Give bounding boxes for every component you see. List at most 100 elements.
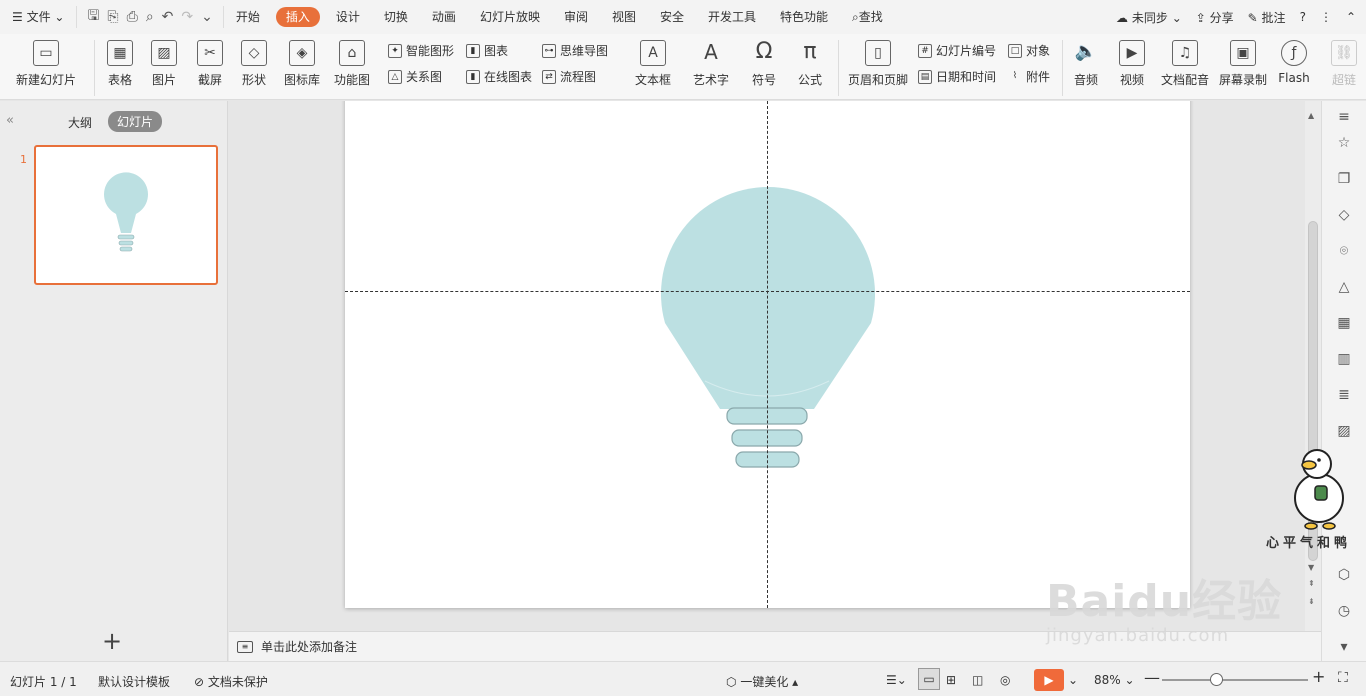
- next-slide-icon[interactable]: ⇟: [1308, 597, 1315, 606]
- settings-sliders-icon[interactable]: ≣: [1334, 385, 1354, 405]
- grid-icon[interactable]: ▦: [1334, 313, 1354, 333]
- zoom-in-button[interactable]: +: [1312, 667, 1325, 686]
- normal-view-icon[interactable]: ▭: [918, 668, 940, 690]
- tab-home[interactable]: 开始: [224, 0, 272, 34]
- zoom-out-button[interactable]: —: [1144, 668, 1160, 687]
- customize-qat-icon[interactable]: ⌄: [201, 9, 213, 25]
- picture-button[interactable]: ▨ 图片: [146, 40, 182, 88]
- function-chart-button[interactable]: ⌂ 功能图: [330, 40, 374, 88]
- play-options-icon[interactable]: ⌄: [1068, 673, 1078, 687]
- audio-button[interactable]: 🔈 音频: [1068, 40, 1104, 88]
- slide-thumbnail[interactable]: [34, 145, 218, 285]
- tab-special[interactable]: 特色功能: [768, 0, 840, 34]
- notes-toggle-icon[interactable]: ☰⌄: [886, 673, 907, 687]
- tab-insert[interactable]: 插入: [275, 7, 320, 27]
- zoom-slider[interactable]: [1162, 679, 1308, 681]
- new-slide-button[interactable]: ▭ 新建幻灯片: [10, 40, 82, 88]
- slide[interactable]: [345, 101, 1190, 608]
- add-slide-button[interactable]: +: [102, 627, 122, 655]
- tab-developer[interactable]: 开发工具: [696, 0, 768, 34]
- sidebar-menu-icon[interactable]: ≡: [1334, 107, 1354, 127]
- presenter-view-icon[interactable]: ◎: [1000, 673, 1010, 687]
- word-art-button[interactable]: A 艺术字: [688, 40, 734, 88]
- print-icon[interactable]: ⎙: [127, 9, 138, 25]
- table-button[interactable]: ▦ 表格: [102, 40, 138, 88]
- tab-slides[interactable]: 幻灯片: [108, 111, 163, 132]
- undo-icon[interactable]: ↶: [162, 9, 174, 25]
- template-name[interactable]: 默认设计模板: [98, 673, 170, 690]
- picture-label: 图片: [151, 73, 176, 87]
- scroll-up-icon[interactable]: ▲: [1308, 111, 1314, 120]
- tab-outline[interactable]: 大纲: [68, 114, 92, 131]
- tab-slideshow[interactable]: 幻灯片放映: [468, 0, 552, 34]
- star-icon[interactable]: ☆: [1334, 133, 1354, 153]
- textbox-button[interactable]: A 文本框: [630, 40, 676, 88]
- symbol-button[interactable]: Ω 符号: [746, 40, 782, 88]
- shape-icon[interactable]: ◇: [1334, 205, 1354, 225]
- zoom-level[interactable]: 88% ⌄: [1094, 673, 1135, 687]
- notes-placeholder[interactable]: 单击此处添加备注: [261, 638, 357, 655]
- clock-icon[interactable]: ◷: [1334, 601, 1354, 621]
- fill-icon[interactable]: △: [1334, 277, 1354, 297]
- protect-status[interactable]: ⊘ 文档未保护: [194, 673, 268, 690]
- file-menu[interactable]: ☰ 文件 ⌄: [0, 0, 76, 34]
- horizontal-guide-line[interactable]: [345, 291, 1190, 292]
- comment-button[interactable]: ✎ 批注: [1248, 9, 1286, 26]
- previous-slide-icon[interactable]: ⇞: [1308, 579, 1315, 588]
- shield-icon[interactable]: ⬡: [1334, 565, 1354, 585]
- location-icon[interactable]: ⌾: [1334, 241, 1354, 261]
- object-button[interactable]: □ 对象: [1008, 42, 1050, 59]
- print-preview-icon[interactable]: ⌕: [146, 9, 154, 25]
- collapse-sidebar-icon[interactable]: ▾: [1334, 637, 1354, 657]
- image-icon[interactable]: ▨: [1334, 421, 1354, 441]
- more-options-icon[interactable]: ⋮: [1320, 10, 1332, 24]
- video-button[interactable]: ▶ 视频: [1114, 40, 1150, 88]
- attachment-button[interactable]: ⌇ 附件: [1008, 68, 1050, 85]
- doc-dubbing-button[interactable]: ♫ 文档配音: [1160, 40, 1210, 88]
- smart-art-button[interactable]: ✦ 智能图形: [388, 42, 454, 59]
- hyperlink-button[interactable]: ⛓ 超链: [1326, 40, 1362, 88]
- shapes-button[interactable]: ◇ 形状: [236, 40, 272, 88]
- chart-icon[interactable]: ▥: [1334, 349, 1354, 369]
- beautify-button[interactable]: ⬡ 一键美化 ▴: [726, 673, 798, 690]
- date-time-button[interactable]: ▤ 日期和时间: [918, 68, 996, 85]
- tab-animation[interactable]: 动画: [420, 0, 468, 34]
- tab-transition[interactable]: 切换: [372, 0, 420, 34]
- reading-view-icon[interactable]: ◫: [972, 673, 983, 687]
- slide-sorter-icon[interactable]: ⊞: [946, 673, 956, 687]
- help-button[interactable]: ?: [1300, 10, 1306, 24]
- tab-security[interactable]: 安全: [648, 0, 696, 34]
- fit-window-icon[interactable]: ⛶: [1338, 670, 1348, 686]
- mind-map-button[interactable]: ⊶ 思维导图: [542, 42, 608, 59]
- flash-button[interactable]: ƒ Flash: [1276, 40, 1312, 85]
- tab-view[interactable]: 视图: [600, 0, 648, 34]
- chart-button[interactable]: ▮ 图表: [466, 42, 508, 59]
- flow-chart-button[interactable]: ⇄ 流程图: [542, 68, 596, 85]
- collapse-panel-icon[interactable]: «: [6, 113, 14, 128]
- tab-design[interactable]: 设计: [324, 0, 372, 34]
- tab-review[interactable]: 审阅: [552, 0, 600, 34]
- sync-button[interactable]: ☁ 未同步 ⌄: [1116, 9, 1182, 26]
- screenshot-button[interactable]: ✂ 截屏: [192, 40, 228, 88]
- sync-label: 未同步: [1131, 10, 1168, 25]
- collapse-ribbon-icon[interactable]: ⌃: [1346, 10, 1356, 24]
- relation-chart-button[interactable]: △ 关系图: [388, 68, 442, 85]
- search-button[interactable]: ⌕查找: [840, 0, 895, 34]
- screen-record-button[interactable]: ▣ 屏幕录制: [1218, 40, 1268, 88]
- notes-pane[interactable]: ≡ 单击此处添加备注: [229, 631, 1321, 661]
- format-painter-icon[interactable]: ⎘: [107, 9, 118, 25]
- icon-library-button[interactable]: ◈ 图标库: [282, 40, 322, 88]
- redo-icon[interactable]: ↷: [181, 9, 193, 25]
- header-footer-button[interactable]: ▯ 页眉和页脚: [846, 40, 910, 88]
- vertical-scrollbar[interactable]: ▲ ▼ ⇞ ⇟: [1305, 101, 1321, 631]
- copy-icon[interactable]: ❐: [1334, 169, 1354, 189]
- play-slideshow-button[interactable]: ▶: [1034, 669, 1064, 691]
- zoom-slider-handle[interactable]: [1209, 673, 1223, 686]
- share-button[interactable]: ⇪ 分享: [1196, 9, 1234, 26]
- vertical-guide-line[interactable]: [767, 101, 768, 608]
- scroll-down-icon[interactable]: ▼: [1308, 563, 1314, 572]
- save-icon[interactable]: 🖫: [87, 5, 99, 29]
- slide-number-button[interactable]: # 幻灯片编号: [918, 42, 996, 59]
- formula-button[interactable]: π 公式: [792, 40, 828, 88]
- online-chart-button[interactable]: ▮ 在线图表: [466, 68, 532, 85]
